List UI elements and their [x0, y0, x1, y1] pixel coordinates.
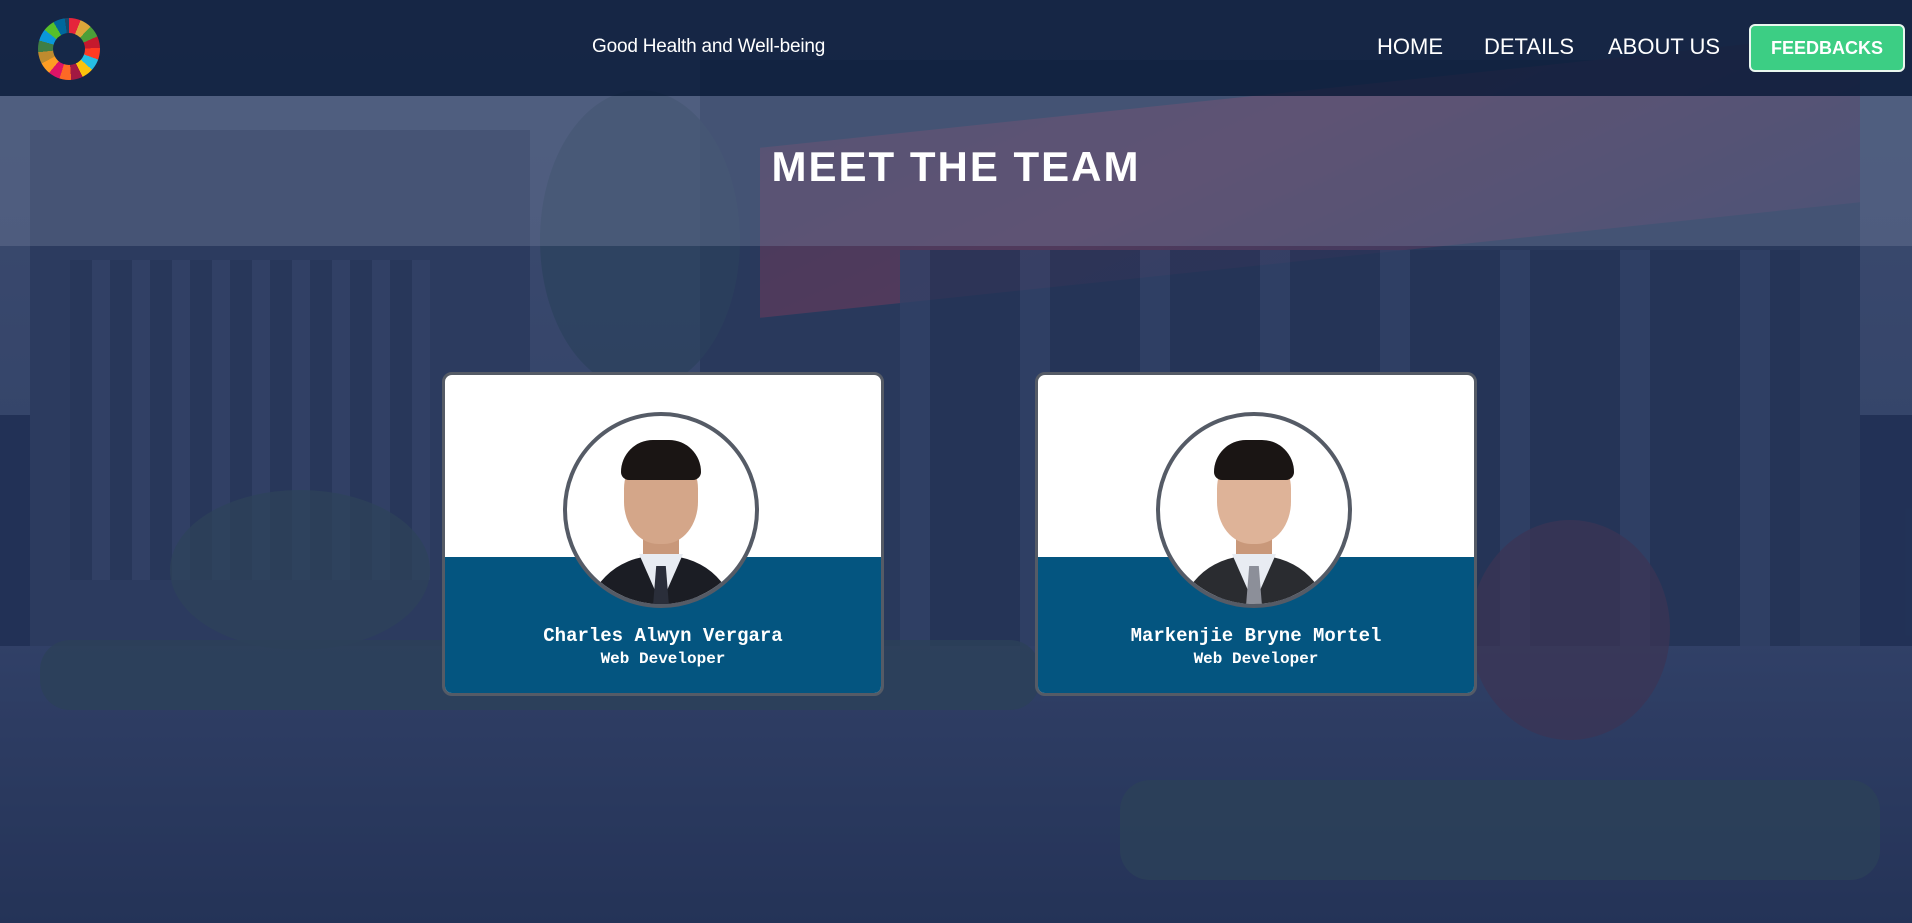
- top-navbar: Good Health and Well-being HOME DETAILS …: [0, 0, 1912, 96]
- page-title: MEET THE TEAM: [771, 143, 1141, 190]
- member-role: Web Developer: [600, 650, 726, 668]
- team-member-card: Charles Alwyn Vergara Web Developer: [442, 372, 884, 696]
- person-portrait: [567, 416, 755, 604]
- sdg-wheel-icon[interactable]: [38, 18, 100, 80]
- member-role: Web Developer: [1193, 650, 1319, 668]
- site-title: Good Health and Well-being: [592, 36, 826, 57]
- page: Good Health and Well-being HOME DETAILS …: [0, 0, 1912, 923]
- nav-details-link[interactable]: DETAILS: [1484, 34, 1574, 60]
- member-name: Markenjie Bryne Mortel: [1130, 625, 1382, 647]
- nav-about-us-link[interactable]: ABOUT US: [1608, 34, 1720, 60]
- person-portrait: [1160, 416, 1348, 604]
- member-name: Charles Alwyn Vergara: [543, 625, 783, 647]
- team-member-card: Markenjie Bryne Mortel Web Developer: [1035, 372, 1477, 696]
- member-photo: [563, 412, 759, 608]
- member-photo: [1156, 412, 1352, 608]
- feedbacks-button[interactable]: FEEDBACKS: [1749, 24, 1905, 72]
- nav-home-link[interactable]: HOME: [1377, 34, 1443, 60]
